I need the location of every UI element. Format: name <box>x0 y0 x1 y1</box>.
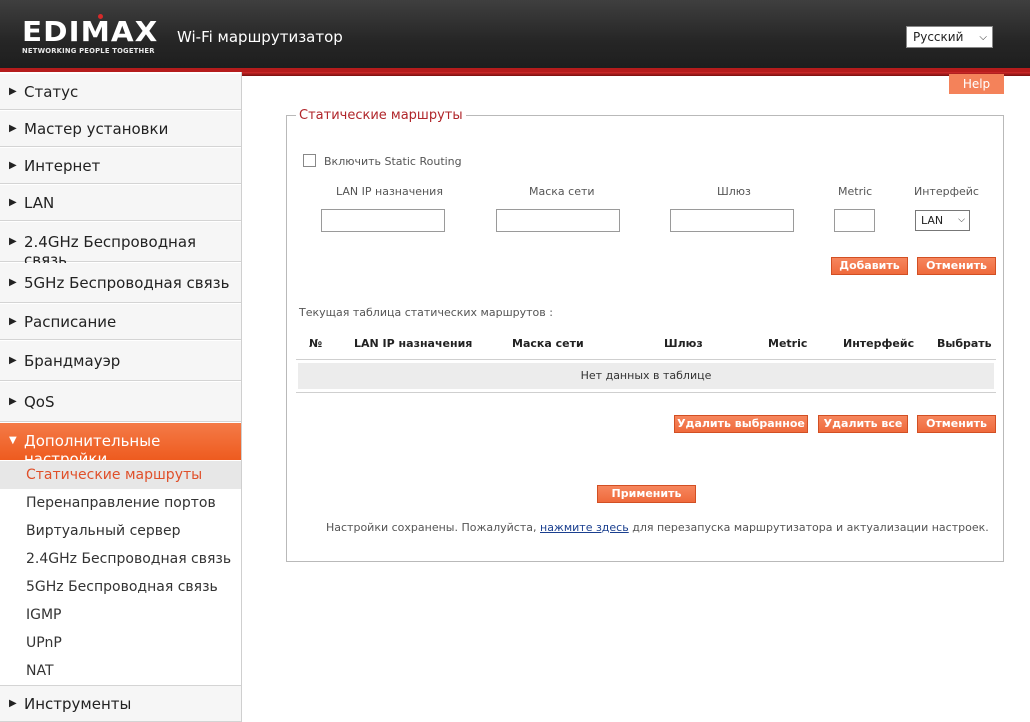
triangle-right-icon: ▶ <box>9 396 17 407</box>
language-select[interactable]: Русский ⌵ <box>906 26 993 48</box>
sidebar-item-label: Статус <box>24 83 79 101</box>
sidebar-item-label: LAN <box>24 194 55 212</box>
sidebar-item-firewall[interactable]: ▶ Брандмауэр <box>0 341 241 381</box>
triangle-down-icon: ▼ <box>9 435 17 446</box>
sidebar: ▶ Статус ▶ Мастер установки ▶ Интернет ▶… <box>0 72 242 722</box>
subnav-wireless-5[interactable]: 5GHz Беспроводная связь <box>0 573 241 601</box>
interface-value: LAN <box>921 214 944 227</box>
subnav-wireless-24[interactable]: 2.4GHz Беспроводная связь <box>0 545 241 573</box>
metric-label: Metric <box>838 185 873 198</box>
subnav-port-forwarding[interactable]: Перенаправление портов <box>0 489 241 517</box>
restart-link[interactable]: нажмите здесь <box>540 521 629 534</box>
sidebar-item-setup-wizard[interactable]: ▶ Мастер установки <box>0 111 241 147</box>
notice-text: Настройки сохранены. Пожалуйста, нажмите… <box>326 521 989 534</box>
notice-text-after: для перезапуска маршрутизатора и актуали… <box>632 521 989 534</box>
sidebar-item-lan[interactable]: ▶ LAN <box>0 185 241 221</box>
gateway-label: Шлюз <box>717 185 751 198</box>
edimax-logo: EDIMAX NETWORKING PEOPLE TOGETHER <box>22 14 157 55</box>
subnav-nat[interactable]: NAT <box>0 657 241 685</box>
enable-static-routing-label: Включить Static Routing <box>324 155 462 168</box>
section-title: Статические маршруты <box>296 108 466 123</box>
sidebar-item-label: 5GHz Беспроводная связь <box>24 274 230 292</box>
delete-all-button[interactable]: Удалить все <box>818 415 908 433</box>
triangle-right-icon: ▶ <box>9 160 17 171</box>
help-button[interactable]: Help <box>949 74 1004 94</box>
triangle-right-icon: ▶ <box>9 316 17 327</box>
gateway-input[interactable] <box>670 209 794 232</box>
apply-button[interactable]: Применить <box>597 485 696 503</box>
triangle-right-icon: ▶ <box>9 355 17 366</box>
triangle-right-icon: ▶ <box>9 197 17 208</box>
enable-static-routing-checkbox[interactable] <box>303 154 316 167</box>
chevron-down-icon: ⌵ <box>979 32 987 43</box>
sidebar-item-label: QoS <box>24 393 55 411</box>
col-header-metric: Metric <box>768 337 808 350</box>
triangle-right-icon: ▶ <box>9 123 17 134</box>
netmask-input[interactable] <box>496 209 620 232</box>
netmask-label: Маска сети <box>529 185 595 198</box>
cancel-button[interactable]: Отменить <box>917 257 996 275</box>
triangle-right-icon: ▶ <box>9 236 17 247</box>
interface-select[interactable]: LAN ⌵ <box>915 210 970 231</box>
triangle-right-icon: ▶ <box>9 698 17 709</box>
add-button[interactable]: Добавить <box>831 257 908 275</box>
table-divider <box>296 359 996 360</box>
sidebar-item-qos[interactable]: ▶ QoS <box>0 382 241 422</box>
subnav-static-routes[interactable]: Статические маршруты <box>0 461 241 489</box>
sidebar-item-wireless-5[interactable]: ▶ 5GHz Беспроводная связь <box>0 263 241 303</box>
sidebar-item-internet[interactable]: ▶ Интернет <box>0 148 241 184</box>
triangle-right-icon: ▶ <box>9 86 17 97</box>
subnav-upnp[interactable]: UPnP <box>0 629 241 657</box>
logo-dot-icon <box>98 14 103 19</box>
table-divider <box>296 392 996 393</box>
sidebar-item-label: Брандмауэр <box>24 352 121 370</box>
table-empty-row: Нет данных в таблице <box>298 363 994 389</box>
dest-ip-label: LAN IP назначения <box>336 185 443 198</box>
logo-tagline: NETWORKING PEOPLE TOGETHER <box>22 47 155 55</box>
dest-ip-input[interactable] <box>321 209 445 232</box>
col-header-select: Выбрать <box>937 337 992 350</box>
triangle-right-icon: ▶ <box>9 277 17 288</box>
header-bar: EDIMAX NETWORKING PEOPLE TOGETHER Wi-Fi … <box>0 0 1030 76</box>
notice-text-before: Настройки сохранены. Пожалуйста, <box>326 521 537 534</box>
chevron-down-icon: ⌵ <box>958 215 965 225</box>
sidebar-item-advanced[interactable]: ▼ Дополнительные настройки <box>0 423 241 468</box>
metric-input[interactable] <box>834 209 875 232</box>
col-header-gateway: Шлюз <box>664 337 703 350</box>
logo-text: EDIMAX <box>22 15 159 48</box>
col-header-mask: Маска сети <box>512 337 584 350</box>
sidebar-item-label: Мастер установки <box>24 120 169 138</box>
interface-label: Интерфейс <box>914 185 979 198</box>
product-title: Wi-Fi маршрутизатор <box>177 28 343 46</box>
sidebar-item-label: Инструменты <box>24 695 132 713</box>
col-header-interface: Интерфейс <box>843 337 915 350</box>
table-caption: Текущая таблица статических маршрутов : <box>299 306 553 319</box>
col-header-no: № <box>309 337 323 350</box>
subnav-igmp[interactable]: IGMP <box>0 601 241 629</box>
sidebar-item-status[interactable]: ▶ Статус <box>0 74 241 110</box>
sidebar-item-tools[interactable]: ▶ Инструменты <box>0 685 241 722</box>
sidebar-item-wireless-24[interactable]: ▶ 2.4GHz Беспроводная связь <box>0 222 241 269</box>
subnav-virtual-server[interactable]: Виртуальный сервер <box>0 517 241 545</box>
sidebar-item-label: Расписание <box>24 313 117 331</box>
delete-selected-button[interactable]: Удалить выбранное <box>674 415 808 433</box>
col-header-dest: LAN IP назначения <box>354 337 473 350</box>
language-value: Русский <box>913 30 964 44</box>
cancel-delete-button[interactable]: Отменить <box>917 415 996 433</box>
sidebar-item-label: Интернет <box>24 157 101 175</box>
sidebar-item-schedule[interactable]: ▶ Расписание <box>0 304 241 340</box>
